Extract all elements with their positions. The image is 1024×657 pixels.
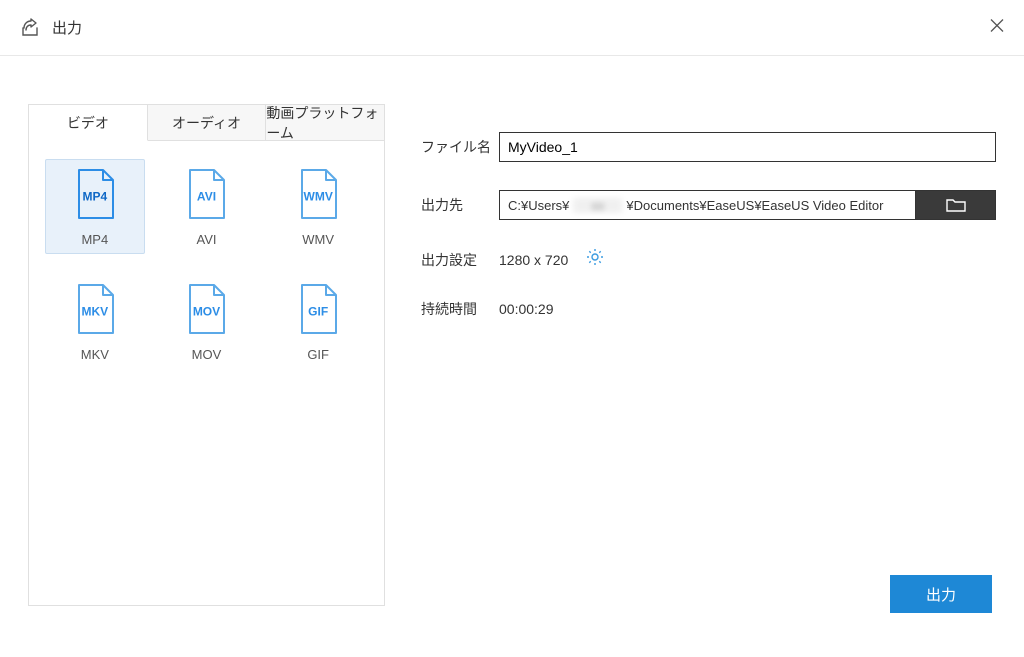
- format-mov[interactable]: MOV MOV: [156, 274, 256, 369]
- filename-label: ファイル名: [421, 137, 499, 157]
- close-button[interactable]: [988, 16, 1006, 39]
- gear-icon: [586, 248, 604, 266]
- settings-button[interactable]: [586, 248, 604, 271]
- path-prefix: C:¥Users¥: [500, 198, 571, 213]
- output-settings-label: 出力設定: [421, 250, 499, 270]
- output-settings-value: 1280 x 720: [499, 252, 568, 268]
- output-path-label: 出力先: [421, 195, 499, 215]
- file-icon: WMV: [296, 168, 340, 222]
- format-mp4[interactable]: MP4 MP4: [45, 159, 145, 254]
- row-duration: 持続時間 00:00:29: [421, 299, 996, 319]
- row-filename: ファイル名: [421, 132, 996, 162]
- format-label: WMV: [302, 232, 334, 247]
- dialog-header: 出力: [0, 0, 1024, 56]
- settings-panel: ファイル名 出力先 C:¥Users¥ xx ¥Documents¥EaseUS…: [385, 104, 996, 606]
- format-code: AVI: [197, 189, 216, 203]
- output-path-input[interactable]: C:¥Users¥ xx ¥Documents¥EaseUS¥EaseUS Vi…: [499, 190, 916, 220]
- format-panel: ビデオ オーディオ 動画プラットフォーム MP4 MP4 AVI AVI: [28, 104, 385, 606]
- format-code: MOV: [193, 304, 220, 318]
- duration-label: 持続時間: [421, 299, 499, 319]
- format-mkv[interactable]: MKV MKV: [45, 274, 145, 369]
- tabs: ビデオ オーディオ 動画プラットフォーム: [29, 105, 384, 141]
- format-label: AVI: [196, 232, 216, 247]
- close-icon: [988, 16, 1006, 34]
- dialog-title: 出力: [52, 17, 82, 38]
- format-code: MKV: [81, 304, 108, 318]
- format-code: WMV: [303, 189, 332, 203]
- format-code: MP4: [82, 189, 107, 203]
- path-suffix: ¥Documents¥EaseUS¥EaseUS Video Editor: [624, 198, 885, 213]
- row-output-path: 出力先 C:¥Users¥ xx ¥Documents¥EaseUS¥EaseU…: [421, 190, 996, 220]
- file-icon: MOV: [184, 283, 228, 337]
- format-wmv[interactable]: WMV WMV: [268, 159, 368, 254]
- folder-icon: [945, 197, 967, 213]
- format-label: GIF: [307, 347, 329, 362]
- file-icon: MKV: [73, 283, 117, 337]
- export-button[interactable]: 出力: [890, 575, 992, 613]
- dialog-content: ビデオ オーディオ 動画プラットフォーム MP4 MP4 AVI AVI: [0, 56, 1024, 626]
- export-icon: [20, 18, 40, 38]
- tab-platform[interactable]: 動画プラットフォーム: [266, 105, 384, 140]
- file-icon: GIF: [296, 283, 340, 337]
- row-output-settings: 出力設定 1280 x 720: [421, 248, 996, 271]
- filename-input[interactable]: [499, 132, 996, 162]
- format-gif[interactable]: GIF GIF: [268, 274, 368, 369]
- format-avi[interactable]: AVI AVI: [156, 159, 256, 254]
- file-icon: AVI: [184, 168, 228, 222]
- file-icon: MP4: [73, 168, 117, 222]
- format-code: GIF: [308, 304, 328, 318]
- format-label: MP4: [81, 232, 108, 247]
- format-grid: MP4 MP4 AVI AVI WMV WMV: [29, 141, 384, 387]
- format-label: MKV: [81, 347, 109, 362]
- duration-value: 00:00:29: [499, 301, 554, 317]
- tab-audio[interactable]: オーディオ: [148, 105, 267, 140]
- format-label: MOV: [192, 347, 222, 362]
- browse-button[interactable]: [916, 190, 996, 220]
- tab-video[interactable]: ビデオ: [29, 105, 148, 141]
- path-redacted: xx: [573, 198, 622, 213]
